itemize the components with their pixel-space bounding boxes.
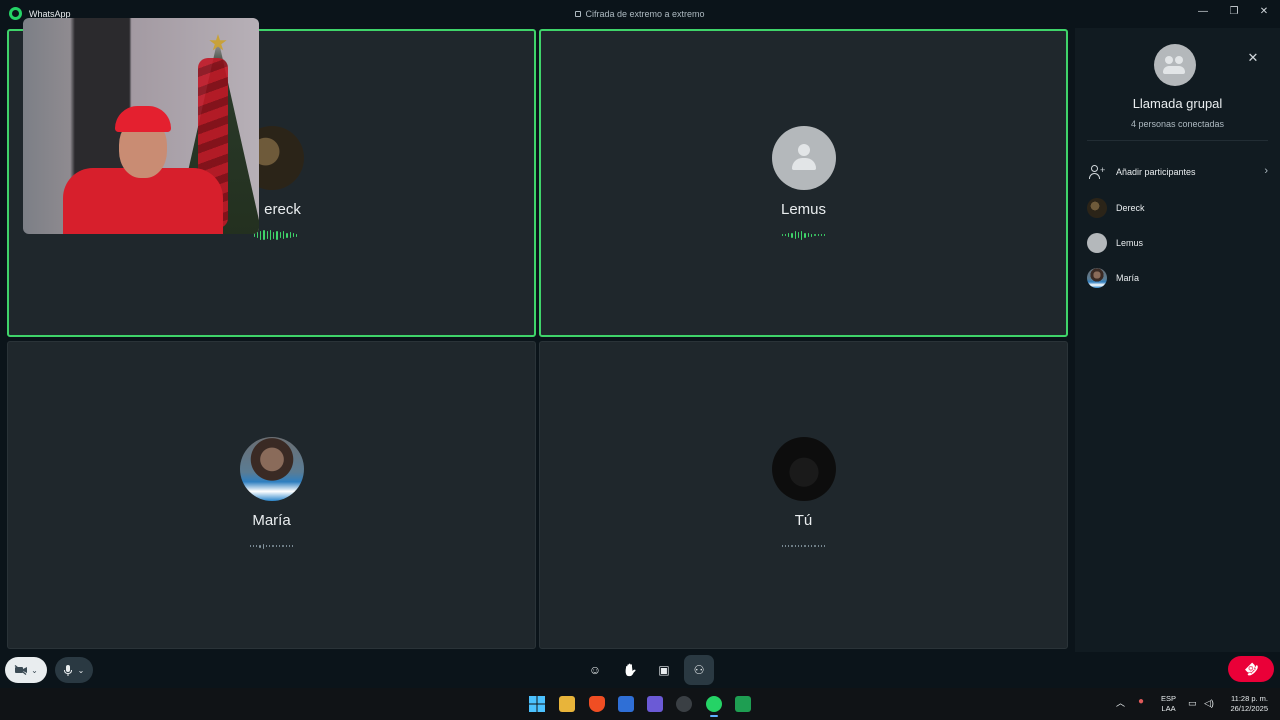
avatar [1087, 268, 1107, 288]
share-screen-button[interactable]: ▣ [651, 657, 677, 683]
windows-taskbar: ︿ ● ESP LAA ▭ ◁) 11:28 p. m. 26/12/2025 [0, 688, 1280, 720]
participant-tile-self[interactable]: Tú [539, 341, 1068, 649]
share-screen-icon: ▣ [658, 663, 670, 677]
avatar [771, 126, 836, 190]
avatar [1087, 198, 1107, 218]
participant-name: María [252, 512, 291, 529]
call-info-panel: ✕ Llamada grupal 4 personas conectadas +… [1075, 28, 1280, 652]
chevron-down-icon[interactable]: ⌄ [31, 666, 38, 675]
chevron-down-icon[interactable]: ⌄ [78, 666, 85, 675]
whatsapp-call-window: WhatsApp Cifrada de extremo a extremo — … [0, 0, 1280, 688]
chevron-right-icon: › [1264, 165, 1268, 177]
participants-icon: ⚇ [693, 663, 705, 677]
close-window-button[interactable]: ✕ [1250, 4, 1278, 18]
audio-wave-icon [781, 230, 826, 240]
audio-wave-icon [249, 541, 294, 551]
spreadsheet-app-icon[interactable] [735, 696, 751, 712]
microphone-icon [63, 664, 72, 676]
end-call-button[interactable]: ☎ [1228, 656, 1274, 682]
raise-hand-button[interactable]: ✋ [617, 657, 643, 683]
add-participants-label: Añadir participantes [1116, 167, 1196, 177]
camera-toggle-button[interactable]: ⌄ [5, 657, 47, 683]
microphone-toggle-button[interactable]: ⌄ [55, 657, 93, 683]
whatsapp-taskbar-icon[interactable] [706, 696, 722, 712]
group-avatar [1154, 44, 1196, 86]
volume-icon[interactable]: ◁) [1204, 698, 1214, 708]
clock[interactable]: 11:28 p. m. 26/12/2025 [1224, 694, 1268, 714]
panel-title: Llamada grupal [1132, 96, 1223, 111]
add-participants-button[interactable]: + Añadir participantes › [1087, 159, 1268, 185]
phone-hangup-icon: ☎ [1240, 658, 1262, 680]
emoji-icon: ☺ [588, 663, 602, 677]
participant-name: Tú [794, 512, 813, 529]
active-app-indicator [710, 715, 718, 717]
microsoft-store-icon[interactable] [618, 696, 634, 712]
emoji-reaction-button[interactable]: ☺ [582, 657, 608, 683]
language-region: LAA [1161, 704, 1176, 713]
brave-browser-icon[interactable] [589, 696, 605, 712]
participant-label: Lemus [1116, 238, 1144, 248]
avatar [239, 437, 304, 501]
game-controller-icon[interactable] [647, 696, 663, 712]
windows-start-icon[interactable] [529, 696, 545, 712]
audio-wave-icon [253, 230, 298, 240]
language-code: ESP [1161, 694, 1177, 703]
raise-hand-icon: ✋ [622, 663, 638, 677]
self-video-preview[interactable] [23, 18, 259, 234]
minimize-button[interactable]: — [1189, 4, 1217, 18]
clock-date: 26/12/2025 [1230, 704, 1268, 713]
participants-button[interactable]: ⚇ [684, 655, 714, 685]
divider [1087, 140, 1268, 141]
avatar [1087, 233, 1107, 253]
person-cap [115, 106, 171, 132]
lock-icon [575, 11, 582, 17]
file-explorer-icon[interactable] [559, 696, 575, 712]
clock-time: 11:28 p. m. [1231, 694, 1268, 703]
language-indicator[interactable]: ESP LAA [1161, 694, 1176, 714]
participant-row-lemus[interactable]: Lemus [1087, 230, 1268, 256]
microphone-in-use-icon[interactable]: ● [1138, 697, 1144, 707]
participant-tile-lemus[interactable]: Lemus [539, 29, 1068, 337]
participant-name: Lemus [780, 201, 827, 218]
participant-row-dereck[interactable]: Dereck [1087, 195, 1268, 221]
participant-label: Dereck [1116, 203, 1145, 213]
participant-label: María [1116, 273, 1140, 283]
audio-wave-icon [781, 541, 826, 551]
encryption-text: Cifrada de extremo a extremo [585, 9, 705, 19]
network-icon[interactable]: ▭ [1188, 698, 1197, 708]
participant-tile-maria[interactable]: María [7, 341, 536, 649]
call-controls: ⌄ ⌄ ☺ ✋ ▣ ⚇ ☎ [0, 652, 1280, 688]
camera-off-icon [14, 665, 28, 675]
app-icon[interactable] [676, 696, 692, 712]
avatar [771, 437, 836, 501]
restore-button[interactable]: ❐ [1220, 4, 1248, 18]
add-person-icon: + [1087, 162, 1107, 182]
panel-subtitle: 4 personas conectadas [1130, 119, 1225, 129]
participant-row-maria[interactable]: María [1087, 265, 1268, 291]
close-panel-button[interactable]: ✕ [1245, 50, 1261, 66]
chevron-up-icon[interactable]: ︿ [1116, 698, 1125, 708]
